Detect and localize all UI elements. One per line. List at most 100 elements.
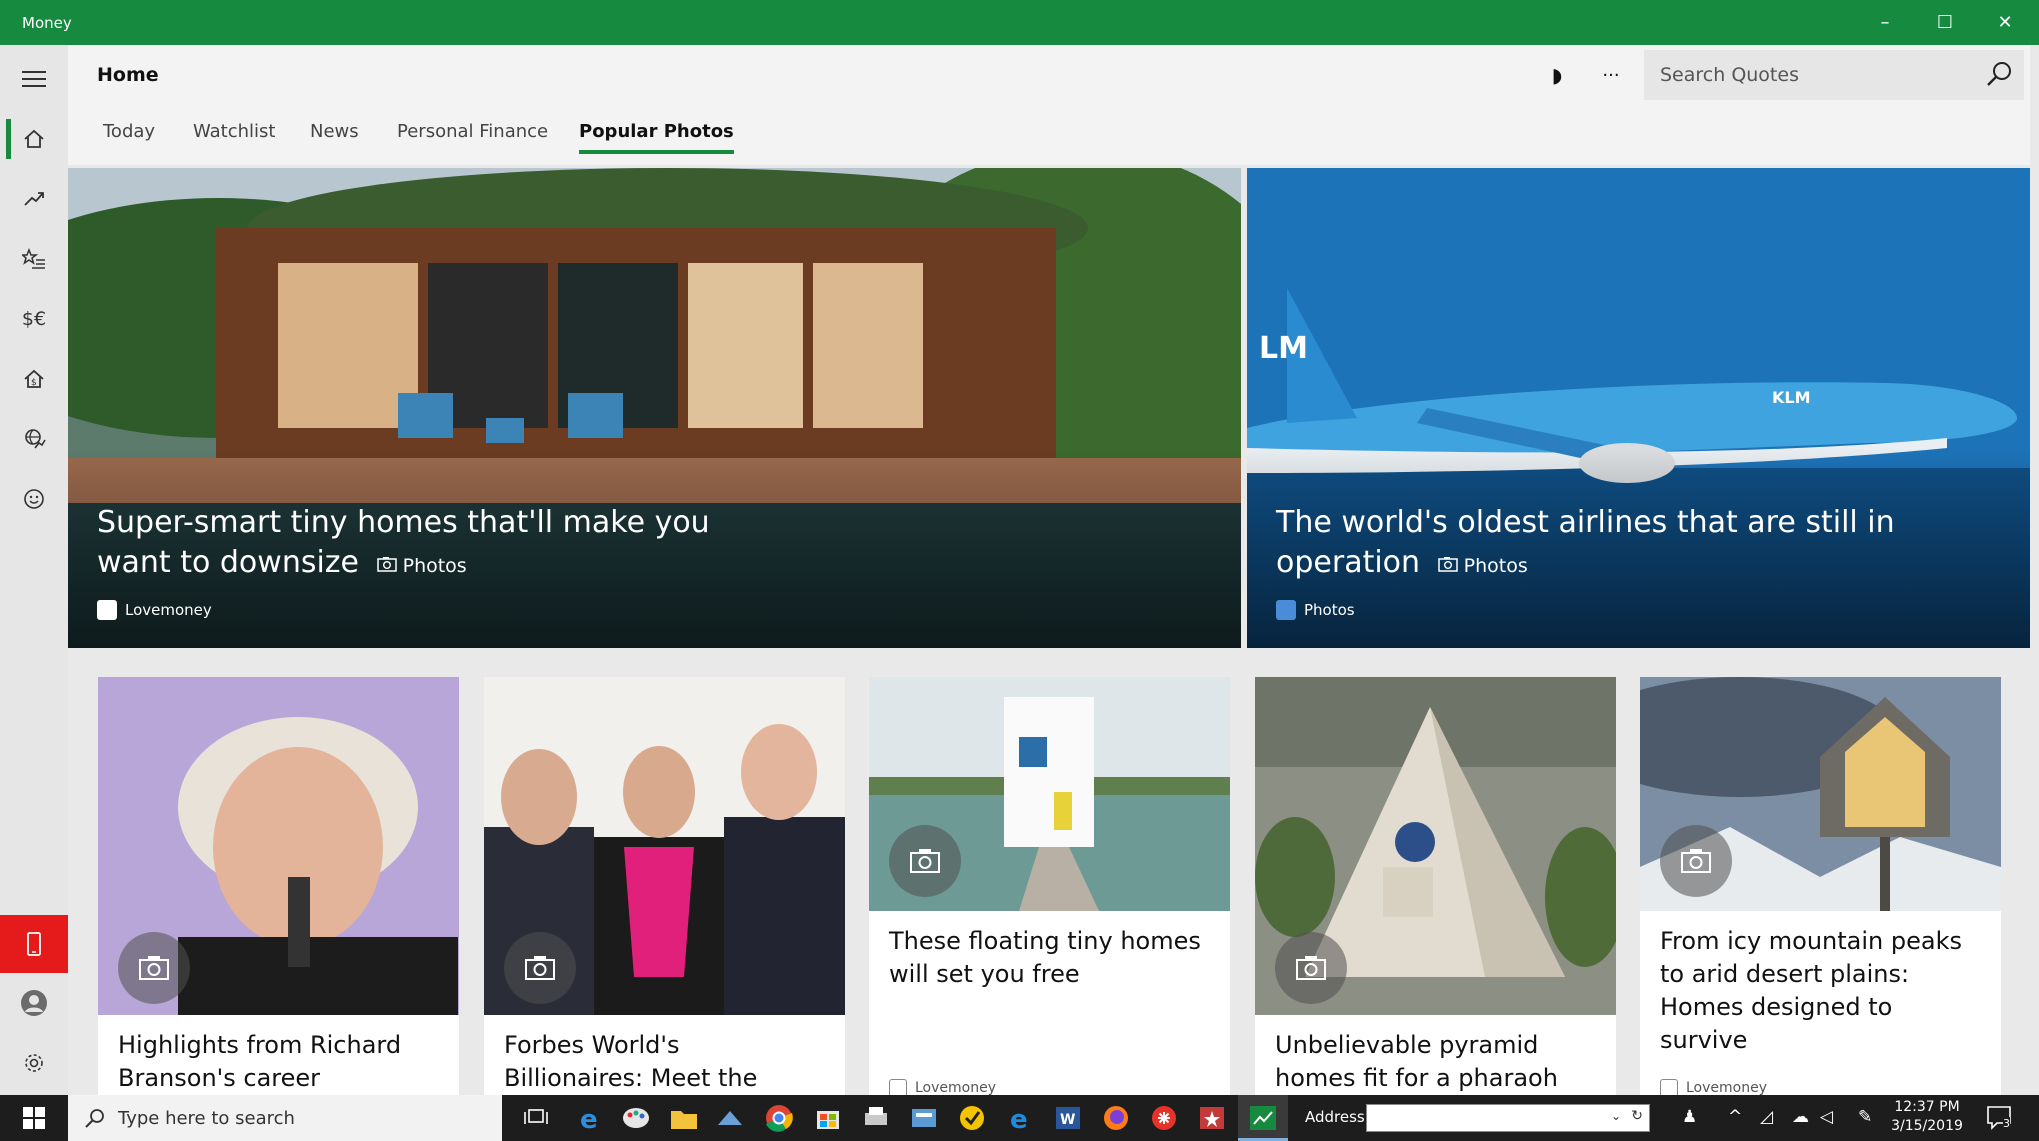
taskbar-search[interactable]: Type here to search (68, 1095, 502, 1141)
svg-text:LM: LM (1259, 331, 1308, 366)
camera-icon (1296, 956, 1326, 980)
theme-toggle-button[interactable]: ◗ (1535, 57, 1579, 93)
photo-tag: Photos (376, 555, 467, 577)
printer-app-icon[interactable] (860, 1103, 892, 1133)
card-forbes[interactable]: Forbes World's Billionaires: Meet the ri… (484, 677, 845, 1095)
app-red-icon[interactable] (1148, 1103, 1180, 1133)
card-title: Highlights from Richard Branson's career (118, 1031, 402, 1092)
title-bar: Money – ☐ ✕ (0, 0, 2039, 45)
search-icon (1987, 62, 2011, 86)
content-area: Super-smart tiny homes that'll make you … (68, 165, 2030, 1095)
volume-icon[interactable]: ◁ (1820, 1107, 1833, 1127)
svg-text:e: e (580, 1105, 598, 1133)
svg-text:W: W (1060, 1112, 1075, 1128)
address-toolbar-label: Address (1305, 1108, 1365, 1126)
nav-watchlist[interactable] (0, 231, 68, 287)
more-options-button[interactable]: ··· (1589, 57, 1633, 93)
store-icon[interactable] (812, 1103, 844, 1133)
people-icon[interactable]: ♟ (1682, 1107, 1697, 1127)
calculator-icon[interactable] (908, 1103, 940, 1133)
nav-home[interactable] (0, 111, 68, 167)
tab-popular-photos[interactable]: Popular Photos (579, 121, 734, 154)
onedrive-icon[interactable]: ☁ (1792, 1107, 1809, 1127)
card-pyramid-homes[interactable]: Unbelievable pyramid homes fit for a pha… (1255, 677, 1616, 1095)
search-button[interactable] (1982, 57, 2018, 93)
action-center-button[interactable]: 3 (1985, 1103, 2015, 1133)
app-star-icon[interactable] (1196, 1103, 1228, 1133)
app-header: Home ◗ ··· (68, 45, 2030, 105)
address-input[interactable]: ⌄ ↻ (1366, 1104, 1650, 1132)
app-shortcut-icon[interactable] (714, 1103, 746, 1133)
money-app-taskbar-button[interactable] (1238, 1095, 1288, 1141)
file-explorer-icon[interactable] (668, 1103, 700, 1133)
minimize-button[interactable]: – (1855, 0, 1915, 45)
house-dollar-icon: $ (24, 369, 44, 388)
nav-mobile-app[interactable] (0, 915, 68, 973)
tab-personal-finance[interactable]: Personal Finance (397, 121, 548, 142)
gallery-badge (118, 932, 190, 1004)
gallery-badge (1660, 825, 1732, 897)
tab-news[interactable]: News (310, 121, 359, 142)
refresh-icon[interactable]: ↻ (1631, 1108, 1643, 1124)
task-view-icon[interactable] (520, 1103, 552, 1133)
page-title: Home (97, 64, 159, 86)
hero-card-airlines[interactable]: LM KLM The world's oldest airlines that … (1247, 168, 2030, 648)
phone-icon (27, 932, 41, 956)
card-survival-homes[interactable]: From icy mountain peaks to arid desert p… (1640, 677, 2001, 1095)
pen-icon[interactable]: ✎ (1858, 1107, 1872, 1127)
svg-text:$: $ (31, 378, 37, 388)
card-image (1640, 677, 2001, 911)
nav-markets[interactable] (0, 171, 68, 227)
card-image (98, 677, 459, 1015)
card-title: Forbes World's Billionaires: Meet the ri… (504, 1031, 758, 1092)
system-clock[interactable]: 12:37 PM 3/15/2019 (1872, 1098, 1982, 1136)
hero-source: Lovemoney (97, 600, 212, 620)
close-button[interactable]: ✕ (1975, 0, 2035, 45)
clock-time: 12:37 PM (1894, 1099, 1960, 1115)
firefox-icon[interactable] (1100, 1103, 1132, 1133)
smiley-icon (24, 489, 44, 509)
hero-headline: The world's oldest airlines that are sti… (1276, 505, 1895, 580)
camera-icon (139, 956, 169, 980)
nav-world-markets[interactable] (0, 411, 68, 467)
network-icon[interactable]: ◿ (1760, 1107, 1773, 1127)
maximize-button[interactable]: ☐ (1915, 0, 1975, 45)
nav-account[interactable] (0, 975, 68, 1031)
card-floating-homes[interactable]: These floating tiny homes will set you f… (869, 677, 1230, 1095)
moon-icon: ◗ (1551, 63, 1563, 87)
gallery-badge (504, 932, 576, 1004)
card-branson[interactable]: Highlights from Richard Branson's career (98, 677, 459, 1095)
start-button[interactable] (0, 1095, 68, 1141)
chrome-icon[interactable] (763, 1103, 795, 1133)
avatar-icon (21, 990, 47, 1016)
photo-tag-label: Photos (402, 555, 467, 577)
gallery-badge (889, 825, 961, 897)
chevron-down-icon[interactable]: ⌄ (1611, 1109, 1621, 1123)
paint-icon[interactable] (620, 1103, 652, 1133)
norton-icon[interactable] (956, 1103, 988, 1133)
chevron-up-icon[interactable]: ^ (1728, 1107, 1742, 1127)
gallery-badge (1275, 932, 1347, 1004)
nav-currencies[interactable]: $€ (0, 291, 68, 347)
hero-source-name: Lovemoney (125, 601, 212, 619)
card-source-name: Lovemoney (915, 1080, 996, 1095)
nav-rail: $€ $ (0, 45, 68, 1095)
hero-title: Super-smart tiny homes that'll make you … (97, 503, 737, 586)
search-input[interactable] (1644, 50, 1964, 100)
nav-mortgage[interactable]: $ (0, 351, 68, 407)
app-title: Money (22, 14, 72, 32)
tab-today[interactable]: Today (103, 121, 155, 142)
word-icon[interactable]: W (1052, 1103, 1084, 1133)
notification-count: 3 (2003, 1117, 2010, 1130)
tab-watchlist[interactable]: Watchlist (193, 121, 275, 142)
camera-icon (910, 849, 940, 873)
windows-logo-icon (23, 1107, 45, 1129)
hamburger-menu-button[interactable] (0, 51, 68, 107)
nav-feedback[interactable] (0, 471, 68, 527)
nav-settings[interactable] (0, 1035, 68, 1091)
hero-card-tiny-homes[interactable]: Super-smart tiny homes that'll make you … (68, 168, 1241, 648)
card-title: From icy mountain peaks to arid desert p… (1660, 927, 1963, 1054)
internet-explorer-icon[interactable]: e (574, 1103, 606, 1133)
camera-icon (1437, 557, 1458, 572)
edge-icon[interactable]: e (1004, 1103, 1036, 1133)
